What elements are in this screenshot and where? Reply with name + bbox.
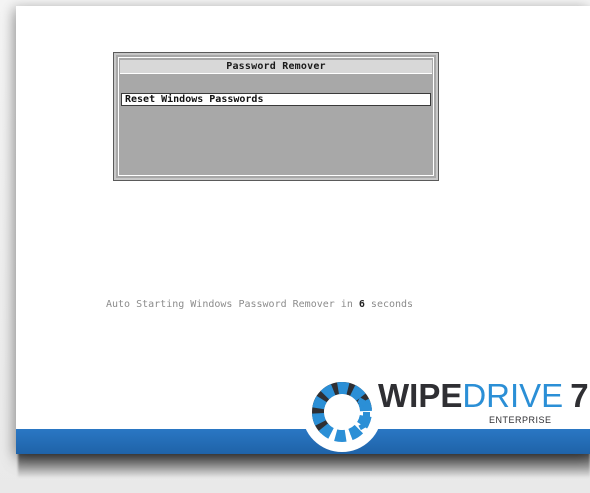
wipedrive-ring-logo-icon bbox=[312, 382, 372, 442]
wipedrive-wordmark: WIPEDRIVE 7 bbox=[378, 378, 589, 414]
countdown-suffix: seconds bbox=[364, 299, 414, 310]
boot-screen: Password Remover Reset Windows Passwords… bbox=[16, 6, 590, 454]
menu-item-reset-windows-passwords[interactable]: Reset Windows Passwords bbox=[121, 93, 431, 106]
countdown-prefix: Auto Starting Windows Password Remover i… bbox=[106, 299, 359, 310]
wordmark-wipe: WIPE bbox=[378, 377, 463, 414]
menu-inner-border bbox=[118, 57, 434, 176]
password-remover-menu: Password Remover Reset Windows Passwords bbox=[113, 52, 439, 181]
screen-bottom-shadow bbox=[18, 452, 590, 478]
wordmark-edition: ENTERPRISE bbox=[489, 415, 552, 425]
wordmark-version: 7 bbox=[570, 377, 589, 414]
wordmark-drive: DRIVE bbox=[462, 377, 564, 414]
auto-start-countdown: Auto Starting Windows Password Remover i… bbox=[106, 299, 413, 310]
wipedrive-logo-disc bbox=[302, 372, 382, 452]
menu-title: Password Remover bbox=[120, 60, 432, 74]
